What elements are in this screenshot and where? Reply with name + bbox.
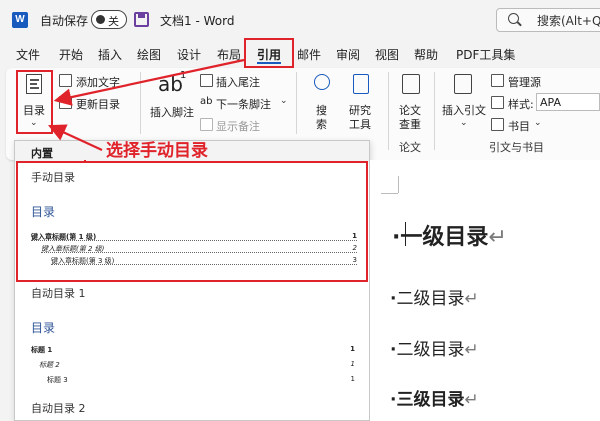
research-tool-icon: [353, 74, 369, 94]
style-select-value: APA: [540, 96, 561, 109]
page-corner-mark: [398, 176, 399, 193]
tab-help[interactable]: 帮助: [414, 46, 438, 63]
bibliography-icon: [491, 118, 504, 131]
tab-design[interactable]: 设计: [177, 46, 201, 63]
ribbon-tabs: 文件 开始 插入 绘图 设计 布局 引用 邮件 审阅 视图 帮助 PDF工具集: [0, 40, 600, 68]
next-footnote-icon: ab: [200, 96, 213, 107]
manage-sources-icon: [491, 74, 504, 87]
ribbon-separator: [434, 72, 435, 150]
bibliography-button[interactable]: 书目: [508, 118, 530, 134]
autosave-toggle[interactable]: 关: [91, 10, 127, 29]
paper-check-button[interactable]: 论文 查重: [394, 72, 428, 132]
heading-text: 二级目录: [396, 289, 465, 309]
tab-view[interactable]: 视图: [375, 46, 399, 63]
highlight-toc-button: [16, 70, 53, 134]
auto-toc-1-option[interactable]: 自动目录 1 目录 标题 1 1 标题 2 1 标题 3 1: [15, 283, 369, 393]
auto-entry-1-text: 标题 1: [31, 346, 53, 354]
page-corner-mark: [381, 193, 398, 194]
insert-citation-label: 插入引文: [442, 104, 486, 117]
word-window: W 自动保存 关 文档1 - Word 搜索(Alt+Q 文件 开始 插入 绘图…: [0, 0, 600, 421]
auto-entry-3-text: 标题 3: [47, 376, 68, 384]
search-tool-button[interactable]: 搜 索: [306, 72, 338, 132]
insert-footnote-label: 插入脚注: [150, 106, 194, 119]
insert-citation-button[interactable]: 插入引文 ⌄: [440, 72, 486, 132]
auto-toc-1-heading: 目录: [31, 321, 56, 335]
ribbon-separator: [296, 72, 297, 134]
tab-insert[interactable]: 插入: [98, 46, 122, 63]
insert-endnote-icon: [200, 74, 213, 87]
heading-text: 一级目录: [400, 225, 489, 250]
paragraph-mark: ↵: [488, 225, 507, 250]
search-box[interactable]: 搜索(Alt+Q: [496, 8, 600, 32]
ribbon-separator: [140, 72, 141, 134]
search-placeholder: 搜索(Alt+Q: [537, 14, 600, 28]
auto-entry-3-page: 1: [350, 375, 355, 383]
next-footnote-chevron-icon[interactable]: ⌄: [280, 96, 288, 106]
document-heading-1[interactable]: ·一级目录↵: [392, 219, 507, 251]
text-cursor: [405, 222, 406, 246]
tab-file[interactable]: 文件: [16, 46, 40, 63]
annotation-text: 选择手动目录: [106, 141, 208, 161]
tab-draw[interactable]: 绘图: [137, 46, 161, 63]
word-logo-icon: W: [12, 12, 28, 28]
tab-mailings[interactable]: 邮件: [297, 46, 321, 63]
toggle-knob: [96, 15, 105, 24]
paragraph-mark: ↵: [464, 340, 479, 360]
highlight-manual-toc: [16, 161, 368, 282]
document-heading-3[interactable]: ·三级目录↵: [390, 385, 479, 410]
document-title: 文档1 - Word: [160, 14, 235, 28]
insert-citation-icon: [454, 74, 472, 94]
document-heading-2[interactable]: ·二级目录↵: [390, 284, 479, 309]
paper-group-label: 论文: [399, 141, 421, 154]
auto-entry-2-page: 1: [350, 360, 355, 368]
paragraph-mark: ↵: [464, 289, 479, 309]
auto-toc-1-title: 自动目录 1: [31, 287, 86, 300]
paragraph-mark: ↵: [464, 390, 479, 410]
bibliography-chevron-icon[interactable]: ⌄: [534, 118, 542, 128]
add-text-icon: [59, 74, 72, 87]
manage-sources-button[interactable]: 管理源: [508, 74, 541, 90]
ribbon-separator: [388, 72, 389, 150]
research-tool-button[interactable]: 研究 工具: [344, 72, 378, 132]
show-notes-icon: [200, 118, 213, 131]
paper-check-icon: [402, 74, 420, 94]
search-icon: [508, 13, 519, 24]
style-select[interactable]: APA: [536, 93, 600, 111]
auto-toc-2-title: 自动目录 2: [31, 402, 86, 415]
auto-entry-1-page: 1: [350, 345, 355, 353]
heading-text: 二级目录: [396, 340, 465, 360]
footnote-superscript: 1: [180, 70, 187, 81]
document-heading-2[interactable]: ·二级目录↵: [390, 335, 479, 360]
tab-review[interactable]: 审阅: [336, 46, 360, 63]
auto-toc-2-option[interactable]: 自动目录 2: [15, 393, 369, 420]
research-tool-label-bottom: 工具: [349, 118, 371, 131]
autosave-state: 关: [108, 15, 119, 28]
title-bar: W 自动保存 关 文档1 - Word 搜索(Alt+Q: [0, 0, 600, 40]
paper-check-label-bottom: 查重: [399, 118, 421, 131]
tab-layout[interactable]: 布局: [217, 46, 241, 63]
add-text-button[interactable]: 添加文字: [76, 74, 120, 90]
citations-group-label: 引文与书目: [489, 141, 544, 154]
show-notes-button: 显示备注: [216, 120, 260, 133]
tab-pdf-tools[interactable]: PDF工具集: [456, 46, 515, 63]
save-icon[interactable]: [134, 12, 149, 27]
update-toc-button[interactable]: 更新目录: [76, 96, 120, 112]
search-tool-label-bottom: 索: [316, 118, 327, 131]
insert-citation-chevron-icon: ⌄: [460, 118, 468, 128]
auto-entry-2-text: 标题 2: [39, 361, 60, 369]
insert-footnote-button[interactable]: ab 1 插入脚注: [146, 70, 194, 132]
style-label: 样式:: [508, 98, 534, 111]
search-tool-icon: [314, 74, 330, 90]
update-toc-icon: [59, 96, 72, 109]
next-footnote-button[interactable]: 下一条脚注: [216, 96, 271, 112]
autosave-label: 自动保存: [40, 14, 89, 28]
style-icon: [491, 96, 504, 109]
builtin-header: 内置: [31, 147, 53, 160]
highlight-references-tab: [244, 38, 294, 68]
tab-home[interactable]: 开始: [59, 46, 83, 63]
heading-text: 三级目录: [396, 390, 465, 410]
insert-endnote-button[interactable]: 插入尾注: [216, 74, 260, 90]
